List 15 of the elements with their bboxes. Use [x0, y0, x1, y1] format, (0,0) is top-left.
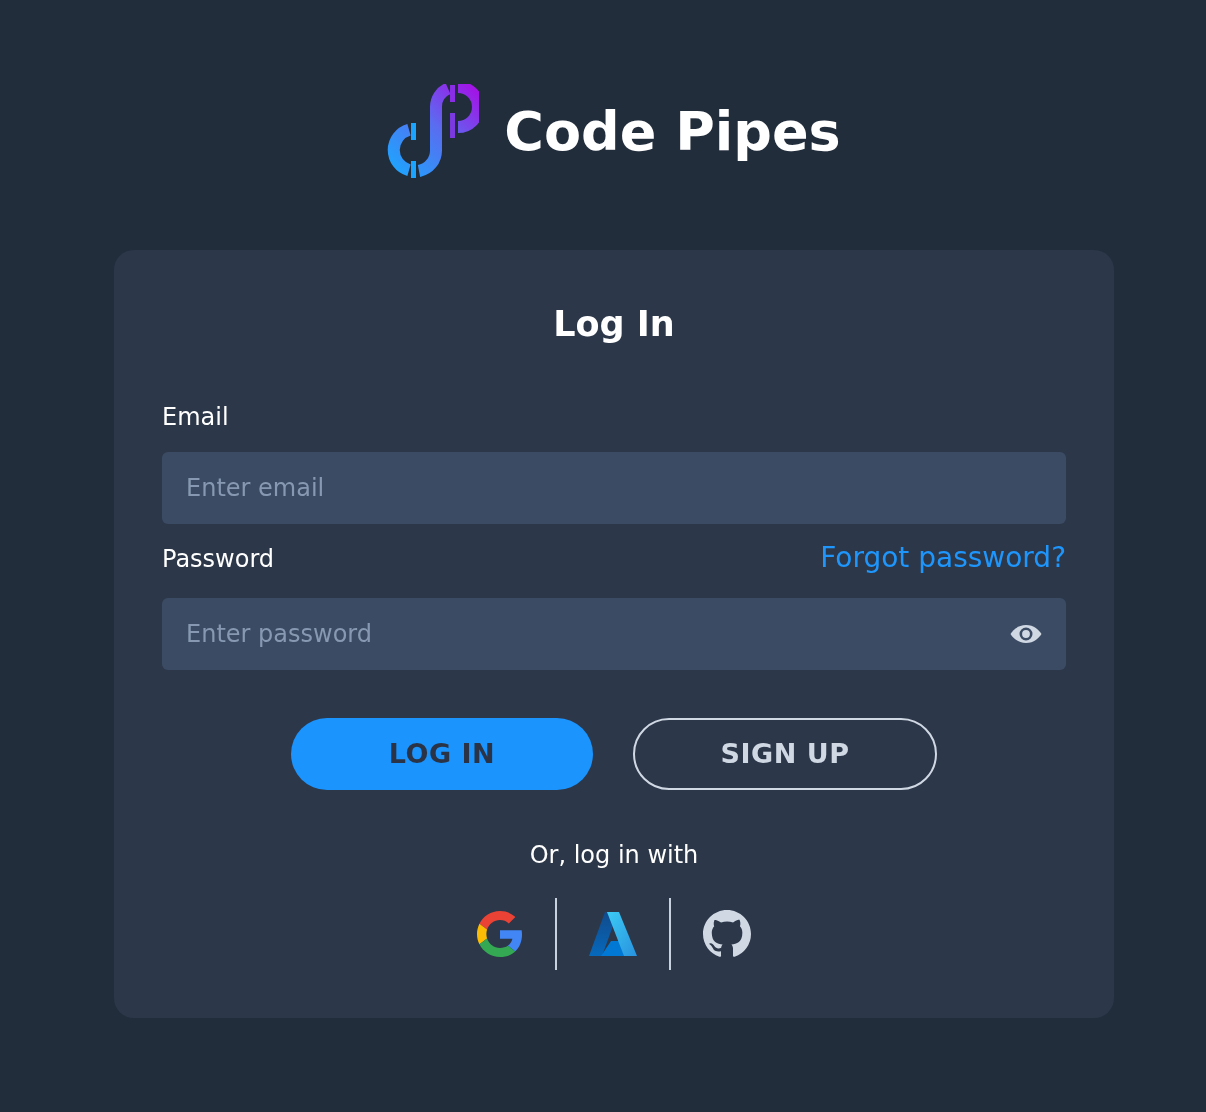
email-field[interactable]: Enter email [162, 452, 1066, 524]
form-title: Log In [553, 303, 675, 346]
password-field[interactable]: Enter password [162, 598, 1066, 670]
logo-icon [387, 84, 480, 180]
github-icon[interactable] [703, 910, 751, 958]
azure-icon[interactable] [589, 911, 637, 957]
field-label: Email [162, 402, 229, 432]
google-icon[interactable] [477, 911, 523, 957]
sign-up-button[interactable]: SIGN UP [633, 718, 937, 790]
eye-icon[interactable] [1010, 624, 1042, 644]
social-login-caption: Or, log in with [529, 840, 699, 870]
field-label: Password [162, 544, 275, 574]
log-in-button[interactable]: LOG IN [291, 718, 593, 790]
brand-name: Code Pipes [504, 100, 841, 164]
forgot-password-link[interactable]: Forgot password? [820, 540, 1066, 576]
